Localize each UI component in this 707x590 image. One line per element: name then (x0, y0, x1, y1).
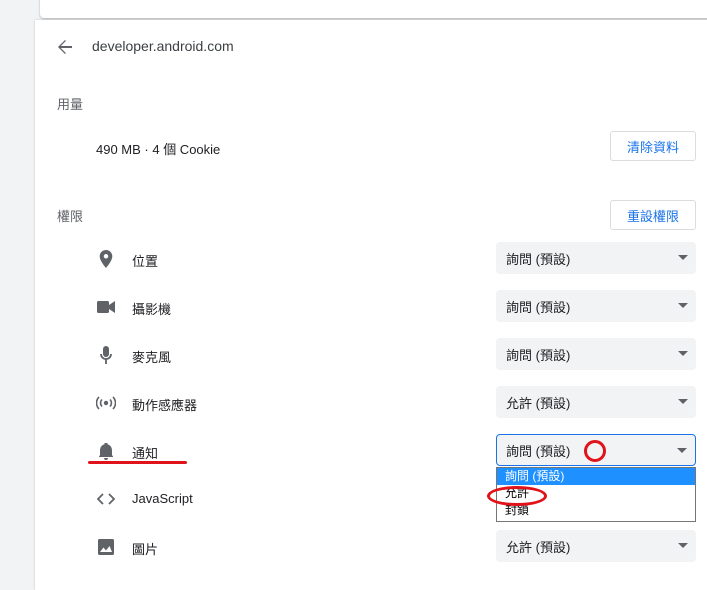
chevron-down-icon (678, 399, 688, 404)
permission-label-images: 圖片 (132, 542, 159, 557)
chevron-down-icon (678, 351, 688, 356)
motion-sensors-select[interactable]: 允許 (預設) (496, 386, 696, 418)
top-card-edge (40, 0, 707, 18)
back-button[interactable] (52, 34, 78, 60)
permission-label-motion-sensors: 動作感應器 (132, 398, 198, 413)
chevron-down-icon (677, 448, 687, 453)
permission-label-microphone: 麥克風 (132, 350, 172, 365)
location-select-value: 詢問 (預設) (506, 251, 571, 267)
notifications-select-value: 詢問 (預設) (506, 443, 571, 459)
motion-sensor-icon (96, 393, 116, 413)
camera-select-value: 詢問 (預設) (506, 299, 571, 315)
code-icon (96, 489, 116, 509)
chevron-down-icon (678, 543, 688, 548)
images-select-value: 允許 (預設) (506, 539, 571, 555)
permission-label-notifications: 通知 (132, 446, 159, 461)
permission-label-location: 位置 (132, 254, 159, 269)
location-select[interactable]: 詢問 (預設) (496, 242, 696, 274)
annotation-circle (584, 440, 606, 462)
image-icon (96, 537, 116, 557)
reset-permissions-button[interactable]: 重設權限 (610, 200, 696, 230)
site-title: developer.android.com (92, 38, 234, 54)
images-select[interactable]: 允許 (預設) (496, 530, 696, 562)
bell-icon (96, 441, 116, 461)
motion-sensors-select-value: 允許 (預設) (506, 395, 571, 411)
microphone-select-value: 詢問 (預設) (506, 347, 571, 363)
arrow-left-icon (58, 40, 72, 54)
chevron-down-icon (678, 303, 688, 308)
usage-section-label: 用量 (57, 97, 84, 112)
clear-data-button[interactable]: 清除資料 (610, 131, 696, 161)
location-pin-icon (96, 249, 116, 269)
camera-select[interactable]: 詢問 (預設) (496, 290, 696, 322)
usage-summary: 490 MB · 4 個 Cookie (96, 142, 221, 157)
dropdown-option-ask[interactable]: 詢問 (預設) (497, 468, 695, 485)
microphone-icon (96, 345, 116, 365)
annotation-underline (88, 461, 187, 464)
chevron-down-icon (678, 255, 688, 260)
permissions-section-label: 權限 (57, 209, 84, 224)
microphone-select[interactable]: 詢問 (預設) (496, 338, 696, 370)
annotation-ellipse (487, 486, 547, 506)
camera-icon (96, 297, 116, 317)
permission-label-camera: 攝影機 (132, 302, 172, 317)
permission-label-javascript: JavaScript (132, 491, 193, 506)
